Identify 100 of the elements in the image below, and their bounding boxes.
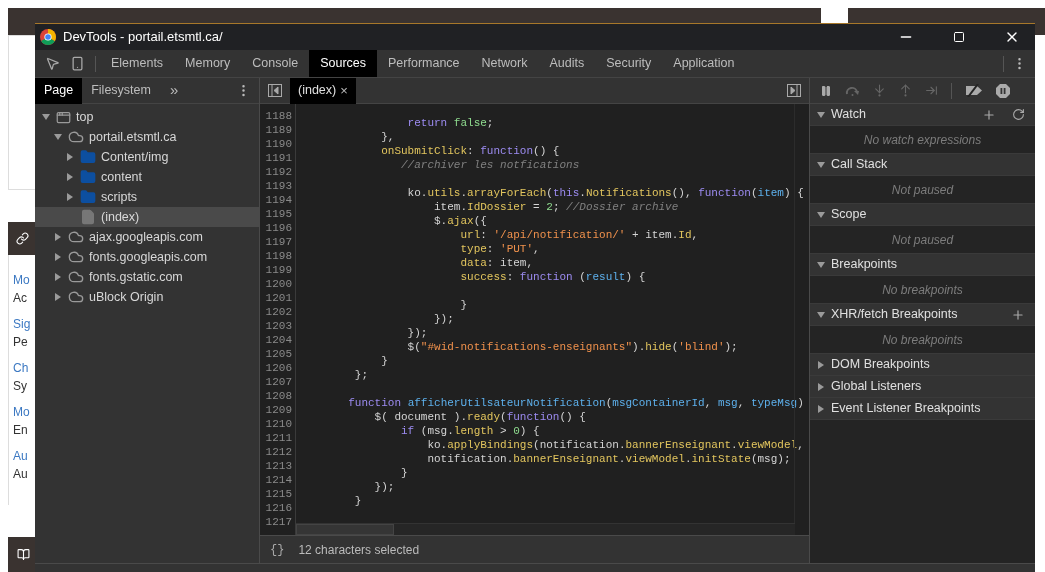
panel-tab[interactable]: Audits bbox=[538, 50, 596, 77]
panel-tab[interactable]: Sources bbox=[309, 50, 377, 77]
tree-item[interactable]: portail.etsmtl.ca bbox=[35, 127, 259, 147]
line-number: 1200 bbox=[264, 277, 293, 291]
section-header[interactable]: Watch bbox=[810, 104, 1035, 126]
code-line: //archiver les notfications bbox=[400, 158, 580, 172]
tree-item[interactable]: fonts.googleapis.com bbox=[35, 247, 259, 267]
code-line: data: item, bbox=[459, 256, 534, 270]
section-header[interactable]: Breakpoints bbox=[810, 254, 1035, 276]
tree-item[interactable]: fonts.gstatic.com bbox=[35, 267, 259, 287]
more-tabs-button[interactable]: » bbox=[169, 79, 179, 102]
panel-tab[interactable]: Network bbox=[470, 50, 539, 77]
line-number: 1193 bbox=[264, 179, 293, 193]
collapse-arrow-icon[interactable] bbox=[817, 360, 825, 369]
device-toolbar-icon[interactable] bbox=[70, 56, 85, 71]
section-header[interactable]: Global Listeners bbox=[810, 376, 1035, 398]
field-label: Mo bbox=[13, 272, 30, 289]
horizontal-scrollbar[interactable] bbox=[296, 523, 795, 535]
code-line: return false; bbox=[406, 116, 494, 130]
line-number: 1206 bbox=[264, 361, 293, 375]
code-line: $("#wid-notifications-enseignants").hide('blind'); bbox=[406, 340, 738, 354]
field-value: Au bbox=[13, 466, 28, 483]
tree-item[interactable]: top bbox=[35, 107, 259, 127]
line-number: 1203 bbox=[264, 319, 293, 333]
pause-on-exceptions-icon[interactable] bbox=[996, 83, 1010, 98]
deactivate-breakpoints-icon[interactable] bbox=[965, 84, 983, 97]
editor-tab[interactable]: (index) × bbox=[290, 77, 356, 104]
collapse-arrow-icon[interactable] bbox=[54, 273, 62, 281]
tree-item[interactable]: ajax.googleapis.com bbox=[35, 227, 259, 247]
window-title: DevTools - portail.etsmtl.ca/ bbox=[63, 28, 223, 47]
code-line: }, bbox=[380, 130, 395, 144]
tree-item-label: content bbox=[101, 168, 142, 186]
tree-item[interactable]: (index) bbox=[35, 207, 259, 227]
toggle-navigator-icon[interactable] bbox=[268, 84, 282, 97]
line-number: 1188 bbox=[264, 109, 293, 123]
tree-item[interactable]: uBlock Origin bbox=[35, 287, 259, 307]
panel-tab[interactable]: Console bbox=[241, 50, 310, 77]
panel-tab[interactable]: Memory bbox=[174, 50, 242, 77]
folder-icon bbox=[80, 149, 96, 165]
expand-arrow-icon[interactable] bbox=[817, 310, 825, 319]
pretty-print-button[interactable]: {} bbox=[270, 540, 285, 559]
navigator-tab[interactable]: Page bbox=[35, 77, 83, 104]
code-line: }); bbox=[406, 326, 428, 340]
navigator-tab[interactable]: Filesystem bbox=[82, 77, 160, 104]
expand-arrow-icon[interactable] bbox=[817, 160, 825, 169]
collapse-arrow-icon[interactable] bbox=[66, 193, 74, 201]
collapse-arrow-icon[interactable] bbox=[66, 173, 74, 181]
line-number: 1204 bbox=[264, 333, 293, 347]
tree-item[interactable]: scripts bbox=[35, 187, 259, 207]
cloud-icon bbox=[68, 269, 84, 285]
folder-icon bbox=[80, 189, 96, 205]
field-value: Ac bbox=[13, 290, 27, 307]
expand-arrow-icon[interactable] bbox=[817, 110, 825, 119]
maximize-icon[interactable] bbox=[953, 31, 965, 43]
panel-tab[interactable]: Security bbox=[595, 50, 663, 77]
section-header[interactable]: Event Listener Breakpoints bbox=[810, 398, 1035, 420]
code-line: ko.utils.arrayForEach(this.Notifications(), function(item) { bbox=[406, 186, 804, 200]
code-line: item.IdDossier = 2; //Dossier archive bbox=[433, 200, 679, 214]
close-tab-button[interactable]: × bbox=[340, 84, 348, 97]
frame-icon bbox=[56, 109, 71, 125]
field-value: Pe bbox=[13, 334, 28, 351]
empty-message: Not paused bbox=[891, 231, 954, 249]
panel-tab[interactable]: Application bbox=[662, 50, 746, 77]
section-header[interactable]: XHR/fetch Breakpoints bbox=[810, 304, 1035, 326]
collapse-arrow-icon[interactable] bbox=[817, 404, 825, 413]
tree-item-label: top bbox=[76, 108, 94, 126]
field-value: Sy bbox=[13, 378, 27, 395]
toggle-debugger-icon[interactable] bbox=[787, 84, 801, 97]
cloud-icon bbox=[68, 229, 84, 245]
section-header[interactable]: DOM Breakpoints bbox=[810, 354, 1035, 376]
pause-icon[interactable] bbox=[820, 84, 832, 97]
section-title: Scope bbox=[831, 206, 867, 224]
collapse-arrow-icon[interactable] bbox=[817, 382, 825, 391]
tree-item-label: Content/img bbox=[101, 148, 169, 166]
collapse-arrow-icon[interactable] bbox=[54, 233, 62, 241]
tree-item-label: uBlock Origin bbox=[89, 288, 164, 306]
line-number: 1189 bbox=[264, 123, 293, 137]
folder-icon bbox=[80, 169, 96, 185]
refresh-icon[interactable] bbox=[1012, 108, 1025, 121]
tree-item[interactable]: Content/img bbox=[35, 147, 259, 167]
section-title: Event Listener Breakpoints bbox=[831, 400, 981, 418]
expand-arrow-icon[interactable] bbox=[817, 260, 825, 269]
field-label: Sig bbox=[13, 316, 31, 333]
panel-tab[interactable]: Elements bbox=[100, 50, 175, 77]
cloud-icon bbox=[68, 129, 84, 145]
expand-arrow-icon[interactable] bbox=[54, 133, 62, 141]
editor-tab-label: (index) bbox=[298, 82, 337, 100]
add-icon[interactable] bbox=[1011, 307, 1025, 322]
section-title: Breakpoints bbox=[831, 256, 897, 274]
collapse-arrow-icon[interactable] bbox=[54, 293, 62, 301]
add-icon[interactable] bbox=[982, 107, 996, 122]
inspect-element-icon[interactable] bbox=[45, 56, 60, 71]
panel-tab[interactable]: Performance bbox=[377, 50, 471, 77]
expand-arrow-icon[interactable] bbox=[42, 113, 50, 121]
tree-item[interactable]: content bbox=[35, 167, 259, 187]
expand-arrow-icon[interactable] bbox=[817, 210, 825, 219]
section-header[interactable]: Call Stack bbox=[810, 154, 1035, 176]
collapse-arrow-icon[interactable] bbox=[66, 153, 74, 161]
collapse-arrow-icon[interactable] bbox=[54, 253, 62, 261]
section-header[interactable]: Scope bbox=[810, 204, 1035, 226]
